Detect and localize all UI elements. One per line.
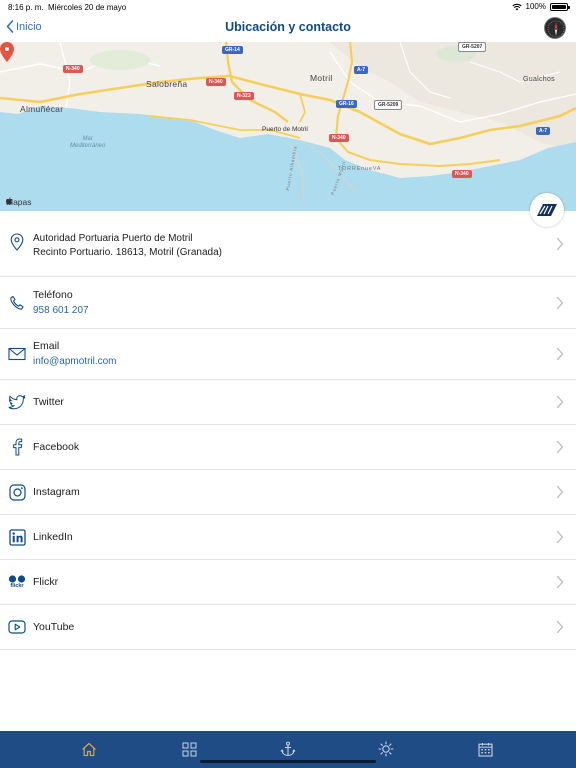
chevron-right-icon — [556, 530, 564, 544]
contact-row-youtube[interactable]: YouTube — [0, 605, 576, 650]
road-badge: N-340 — [63, 65, 83, 73]
battery-percent: 100% — [525, 2, 546, 11]
apm-logo-icon — [537, 204, 557, 216]
tab-home[interactable] — [80, 740, 98, 758]
contact-row-flickr[interactable]: flickr Flickr — [0, 560, 576, 605]
calendar-icon — [477, 742, 493, 757]
chevron-right-icon — [556, 347, 564, 361]
contact-title: Autoridad Portuaria Puerto de Motril — [33, 233, 193, 244]
tab-calendar[interactable] — [476, 740, 494, 758]
port-authority-logo — [530, 193, 564, 227]
home-indicator — [200, 760, 376, 763]
sun-icon — [378, 741, 394, 757]
contact-title: Facebook — [33, 441, 80, 453]
status-right: 100% — [511, 2, 570, 11]
contact-row-twitter[interactable]: Twitter — [0, 380, 576, 425]
map-town-label: Salobreña — [146, 79, 188, 89]
home-icon — [82, 742, 96, 756]
contact-title: Teléfono — [33, 289, 73, 301]
status-time: 8:16 p. m. — [8, 3, 44, 12]
map-town-label: Almuñécar — [20, 104, 64, 114]
contact-title: LinkedIn — [33, 531, 73, 543]
location-pin-icon — [8, 233, 26, 251]
chevron-right-icon — [556, 237, 564, 251]
contact-row-facebook[interactable]: Facebook — [0, 425, 576, 470]
compass-icon — [547, 20, 565, 38]
envelope-icon — [8, 345, 26, 363]
contact-list: Autoridad Portuaria Puerto de Motril Rec… — [0, 211, 576, 650]
contact-row-address[interactable]: Autoridad Portuaria Puerto de Motril Rec… — [0, 211, 576, 277]
map-town-label: Gualchos — [523, 76, 555, 83]
road-badge: GR-5209 — [374, 100, 403, 110]
road-badge: N-340 — [206, 78, 226, 86]
facebook-icon — [8, 438, 26, 456]
tab-weather[interactable] — [377, 740, 395, 758]
contact-title: Instagram — [33, 486, 80, 498]
status-date: Miércoles 20 de mayo — [48, 3, 127, 12]
compass-button[interactable] — [544, 17, 566, 39]
contact-title: Twitter — [33, 396, 64, 408]
road-badge: N-323 — [234, 92, 254, 100]
chevron-right-icon — [556, 296, 564, 310]
road-badge: A-7 — [354, 66, 369, 74]
road-badge: N-340 — [452, 170, 472, 178]
road-badge: GR-5207 — [458, 42, 487, 52]
road-badge: GR-16 — [336, 100, 357, 108]
grid-icon — [182, 742, 196, 756]
phone-link[interactable]: 958 601 207 — [33, 305, 89, 316]
map-sea-label: Mar Mediterráneo — [70, 136, 106, 149]
contact-title: Flickr — [33, 576, 59, 588]
map-pin-label: Puerto de Motril — [262, 126, 308, 133]
maps-attribution[interactable]: Mapas — [6, 197, 32, 207]
contact-row-linkedin[interactable]: LinkedIn — [0, 515, 576, 560]
twitter-icon — [8, 393, 26, 411]
flickr-icon-text: flickr — [10, 583, 24, 589]
contact-title: YouTube — [33, 621, 75, 633]
page-title: Ubicación y contacto — [225, 20, 351, 34]
contact-title: Email — [33, 340, 60, 352]
youtube-icon — [8, 618, 26, 636]
road-badge: A-7 — [536, 127, 551, 135]
road-badge: N-340 — [329, 134, 349, 142]
contact-subtitle: Recinto Portuario. 18613, Motril (Granad… — [33, 247, 222, 258]
linkedin-icon — [8, 528, 26, 546]
contact-row-email[interactable]: Email info@apmotril.com — [0, 329, 576, 380]
contact-row-phone[interactable]: Teléfono 958 601 207 — [0, 277, 576, 329]
contact-row-instagram[interactable]: Instagram — [0, 470, 576, 515]
chevron-right-icon — [556, 440, 564, 454]
tab-port[interactable] — [279, 740, 297, 758]
flickr-icon: flickr — [8, 573, 26, 591]
phone-icon — [8, 294, 26, 312]
nav-bar: Inicio Ubicación y contacto — [0, 14, 576, 42]
battery-icon — [550, 2, 570, 11]
wifi-icon — [511, 3, 522, 10]
email-link[interactable]: info@apmotril.com — [33, 356, 117, 367]
map-town-label: Motril — [310, 73, 333, 83]
status-bar: 8:16 p. m. Miércoles 20 de mayo 100% — [0, 0, 576, 14]
chevron-right-icon — [556, 485, 564, 499]
chevron-right-icon — [556, 620, 564, 634]
instagram-icon — [8, 483, 26, 501]
road-badge: GR-14 — [222, 46, 243, 54]
map-pin-icon[interactable] — [0, 42, 14, 62]
chevron-right-icon — [556, 575, 564, 589]
apple-logo-icon — [6, 197, 12, 205]
anchor-icon — [280, 741, 296, 757]
map-view[interactable]: Salobreña Motril Almuñécar Gualchos Mar … — [0, 42, 576, 211]
chevron-right-icon — [556, 395, 564, 409]
tab-grid[interactable] — [180, 740, 198, 758]
